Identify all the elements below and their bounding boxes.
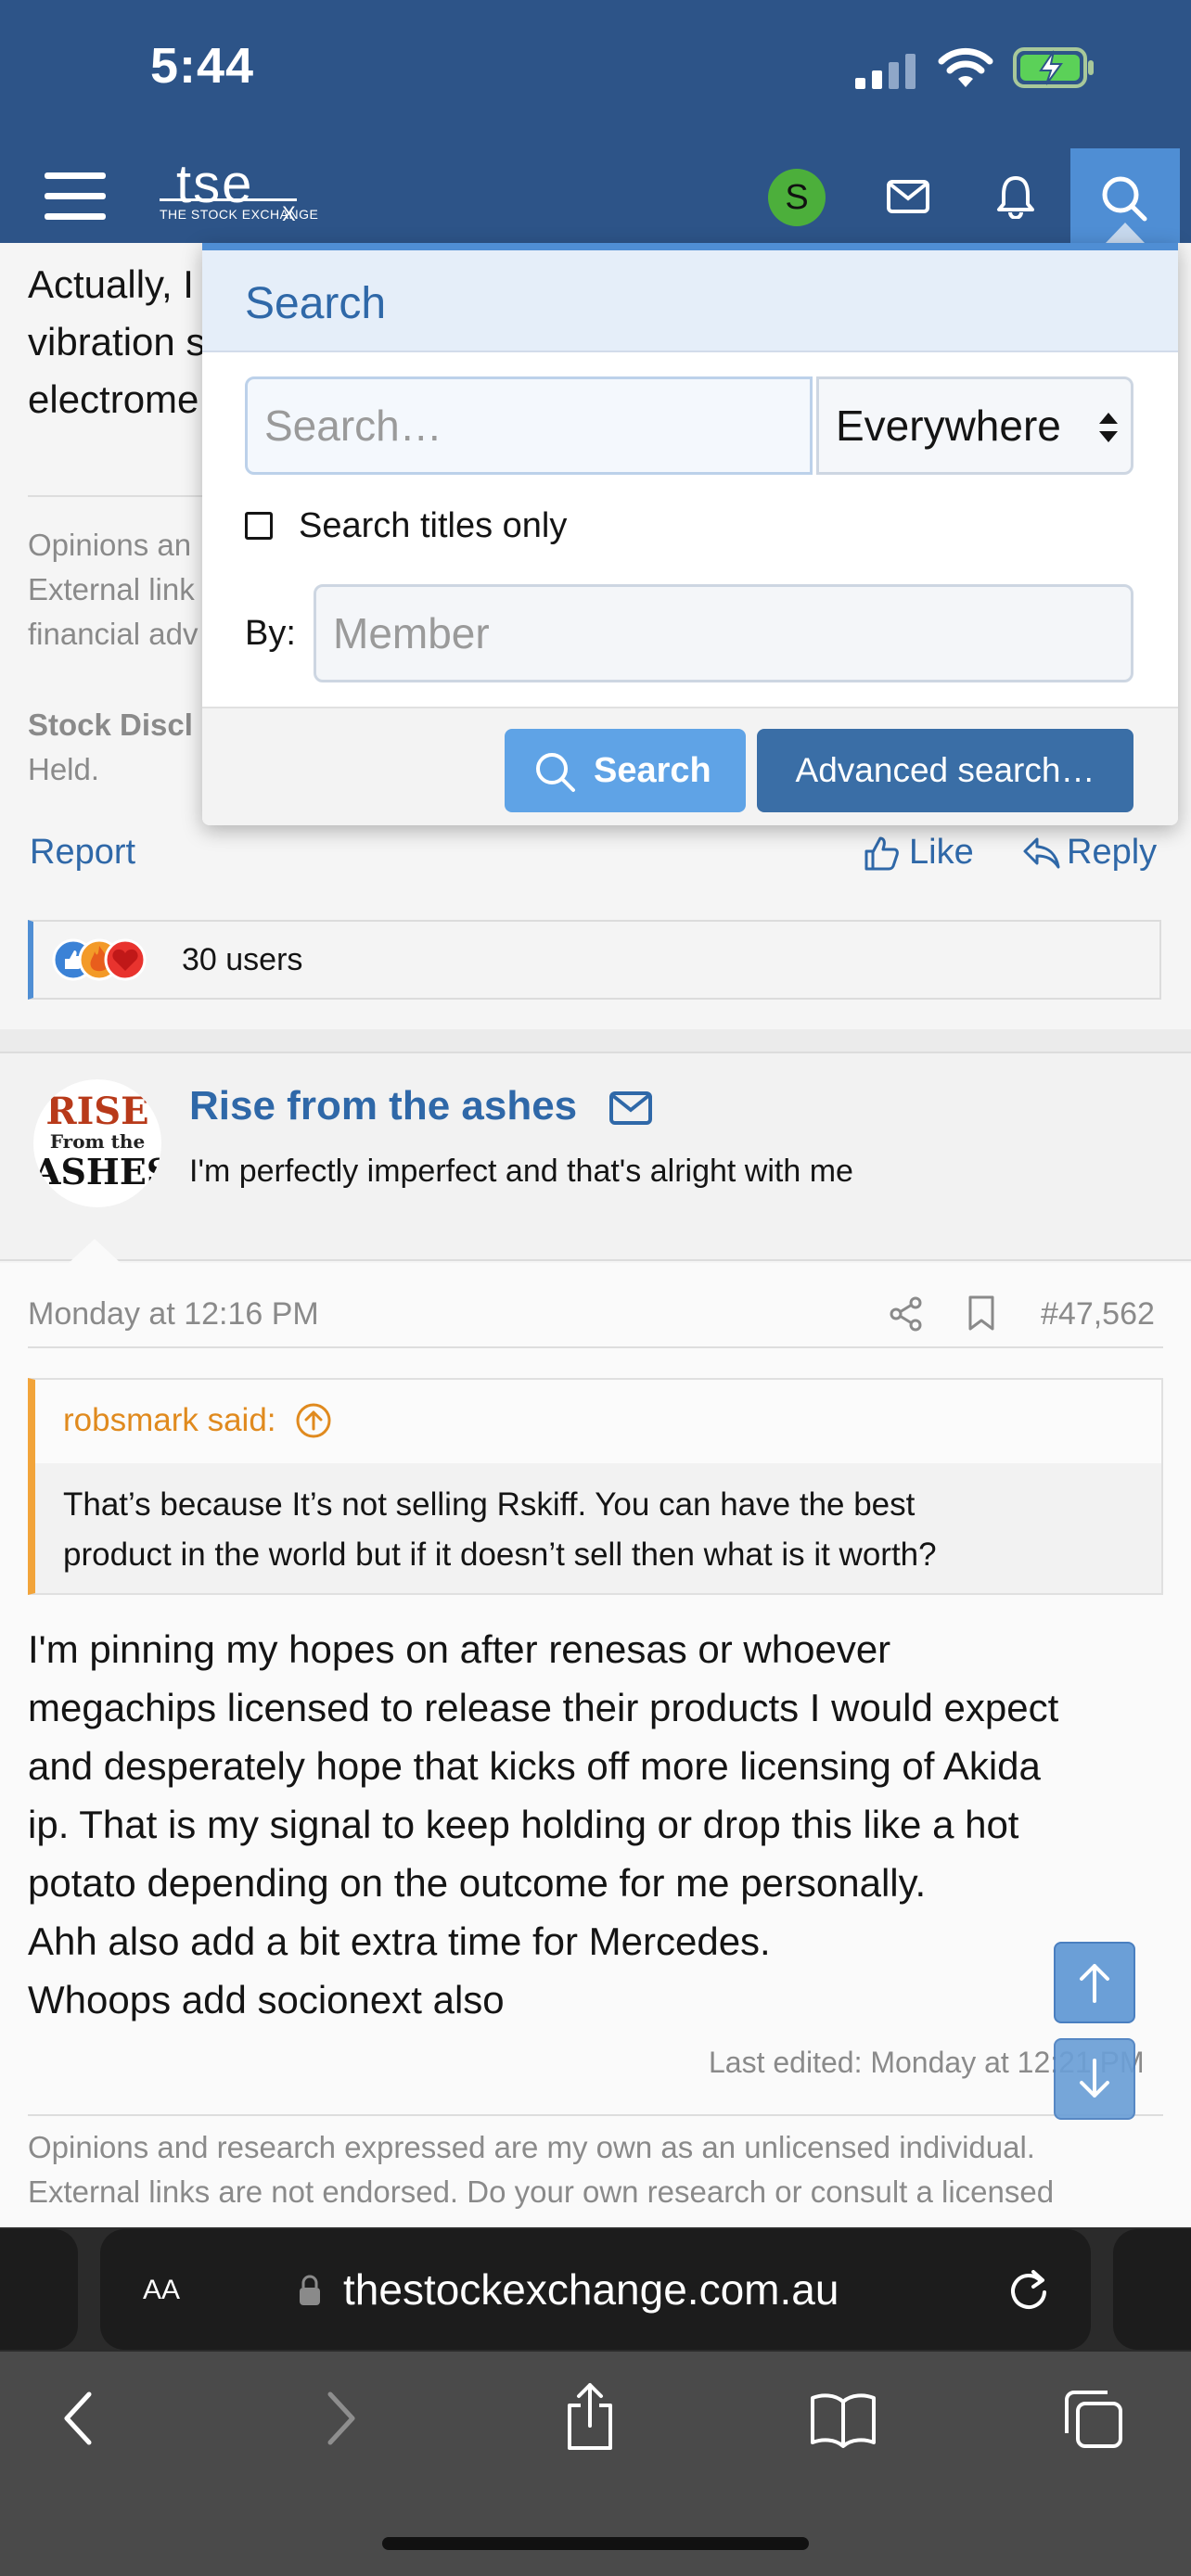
reactions-count: 30 users: [182, 942, 303, 977]
heart-reaction-icon: [104, 938, 147, 981]
quote-line: product in the world but if it doesn’t s…: [63, 1537, 937, 1573]
reply-label: Reply: [1067, 833, 1158, 872]
cellular-signal-icon: [853, 52, 920, 89]
post-text-line: Whoops add socionext also: [28, 1978, 505, 2021]
post-text-line: Ahh also add a bit extra time for Merced…: [28, 1919, 771, 1963]
back-icon[interactable]: [58, 2389, 98, 2448]
hamburger-menu-icon[interactable]: [45, 171, 106, 223]
tabs-icon[interactable]: [1061, 2387, 1126, 2452]
post-text-line: vibration s: [28, 320, 206, 363]
titles-only-checkbox[interactable]: [245, 512, 273, 540]
quote-line: That’s because It’s not selling Rskiff. …: [63, 1486, 916, 1523]
search-input[interactable]: Search…: [245, 376, 813, 475]
reload-icon[interactable]: [1005, 2266, 1052, 2313]
status-time: 5:44: [150, 38, 255, 94]
by-label: By:: [245, 614, 296, 653]
search-menu: Search Search… Everywhere Search titles …: [202, 243, 1178, 825]
arrow-up-circle-icon: [296, 1403, 331, 1438]
search-icon: [536, 753, 575, 792]
quote-header: robsmark said:: [35, 1380, 1161, 1463]
signature-line: External links are not endorsed. Do your…: [28, 2174, 1055, 2209]
reply-arrow-icon: [1023, 837, 1060, 868]
url-text[interactable]: thestockexchange.com.au: [343, 2264, 839, 2315]
search-scope-value: Everywhere: [836, 402, 1061, 450]
reactions-bar[interactable]: 30 users: [28, 920, 1161, 1000]
arrow-up-icon: [1080, 1964, 1109, 2003]
text-size-button[interactable]: AA: [143, 2266, 180, 2308]
logo-x: X: [282, 202, 296, 225]
logo-underline: [160, 198, 297, 201]
bookmark-icon[interactable]: [967, 1294, 996, 1332]
post-text-line: I'm pinning my hopes on after renesas or…: [28, 1627, 891, 1671]
search-scope-select[interactable]: Everywhere: [816, 376, 1133, 475]
signature-line: Opinions and research expressed are my o…: [28, 2130, 1035, 2164]
search-submit-button[interactable]: Search: [505, 729, 746, 812]
post-timestamp[interactable]: Monday at 12:16 PM: [28, 1296, 319, 1333]
search-menu-header: Search: [202, 250, 1178, 352]
quote-content: That’s because It’s not selling Rskiff. …: [35, 1463, 1161, 1593]
signature-divider: [28, 2114, 1163, 2116]
avatar-text-line: ASHES: [33, 1151, 161, 1192]
user-title: I'm perfectly imperfect and that's alrig…: [189, 1154, 853, 1189]
select-arrows-icon: [1099, 413, 1118, 442]
thumbs-up-icon: [864, 836, 899, 870]
bookmarks-icon[interactable]: [809, 2391, 877, 2448]
stock-disclosure-value: Held.: [28, 752, 100, 786]
post-number[interactable]: #47,562: [1041, 1296, 1155, 1333]
home-indicator: [382, 2537, 809, 2550]
like-label: Like: [909, 833, 974, 872]
post-username[interactable]: Rise from the ashes: [189, 1083, 577, 1129]
text-size-label: AA: [143, 2275, 181, 2305]
share-sheet-icon[interactable]: [560, 2379, 620, 2454]
post-arrow: [69, 1239, 121, 1263]
search-menu-title: Search: [245, 279, 387, 328]
scroll-to-bottom-button[interactable]: [1054, 2038, 1135, 2120]
avatar-text-line: RISE: [45, 1090, 149, 1133]
avatar-text-line: From the: [49, 1130, 146, 1153]
user-avatar[interactable]: S: [768, 169, 826, 226]
titles-only-label: Search titles only: [299, 506, 568, 545]
forward-icon[interactable]: [321, 2389, 362, 2448]
advanced-search-button[interactable]: Advanced search…: [757, 729, 1133, 812]
post-text-line: megachips licensed to release their prod…: [28, 1686, 1059, 1729]
post-text-line: ip. That is my signal to keep holding or…: [28, 1803, 1019, 1846]
envelope-icon[interactable]: [887, 180, 929, 213]
report-link[interactable]: Report: [30, 833, 135, 873]
user-avatar-rise[interactable]: RISE From the ASHES: [33, 1079, 161, 1207]
signature-line: External link: [28, 572, 195, 606]
post-text-line: Actually, I: [28, 262, 194, 306]
quote-block: robsmark said: That’s because It’s not s…: [28, 1378, 1163, 1595]
address-bar[interactable]: AA thestockexchange.com.au: [100, 2229, 1091, 2350]
message-user-icon[interactable]: [608, 1090, 653, 1126]
next-tab-peek[interactable]: [1113, 2229, 1191, 2350]
quote-author-link[interactable]: robsmark said:: [63, 1402, 332, 1439]
search-submit-label: Search: [594, 751, 711, 790]
battery-charging-icon: [1013, 46, 1096, 89]
reply-button[interactable]: Reply: [1022, 833, 1157, 873]
signature-line: Opinions an: [28, 528, 192, 562]
quote-author: robsmark said:: [63, 1402, 276, 1438]
bell-icon[interactable]: [996, 174, 1035, 219]
site-logo[interactable]: tse: [176, 158, 253, 211]
stock-disclosure-label: Stock Discl: [28, 708, 193, 742]
post-text-line: and desperately hope that kicks off more…: [28, 1744, 1041, 1788]
previous-tab-peek[interactable]: [0, 2229, 78, 2350]
signature-line: financial adv: [28, 617, 198, 651]
post-meta-divider: [28, 1346, 1163, 1348]
scroll-to-top-button[interactable]: [1054, 1942, 1135, 2023]
share-icon[interactable]: [889, 1296, 924, 1332]
search-menu-caret: [1106, 223, 1145, 243]
post-separator: [0, 1029, 1191, 1052]
arrow-down-icon: [1080, 2059, 1109, 2098]
like-button[interactable]: Like: [863, 833, 974, 873]
post-text-line: potato depending on the outcome for me p…: [28, 1861, 927, 1905]
post-text-line: electrome: [28, 377, 199, 421]
wifi-icon: [937, 46, 994, 89]
lock-icon: [300, 2275, 320, 2305]
member-input[interactable]: Member: [314, 584, 1133, 682]
